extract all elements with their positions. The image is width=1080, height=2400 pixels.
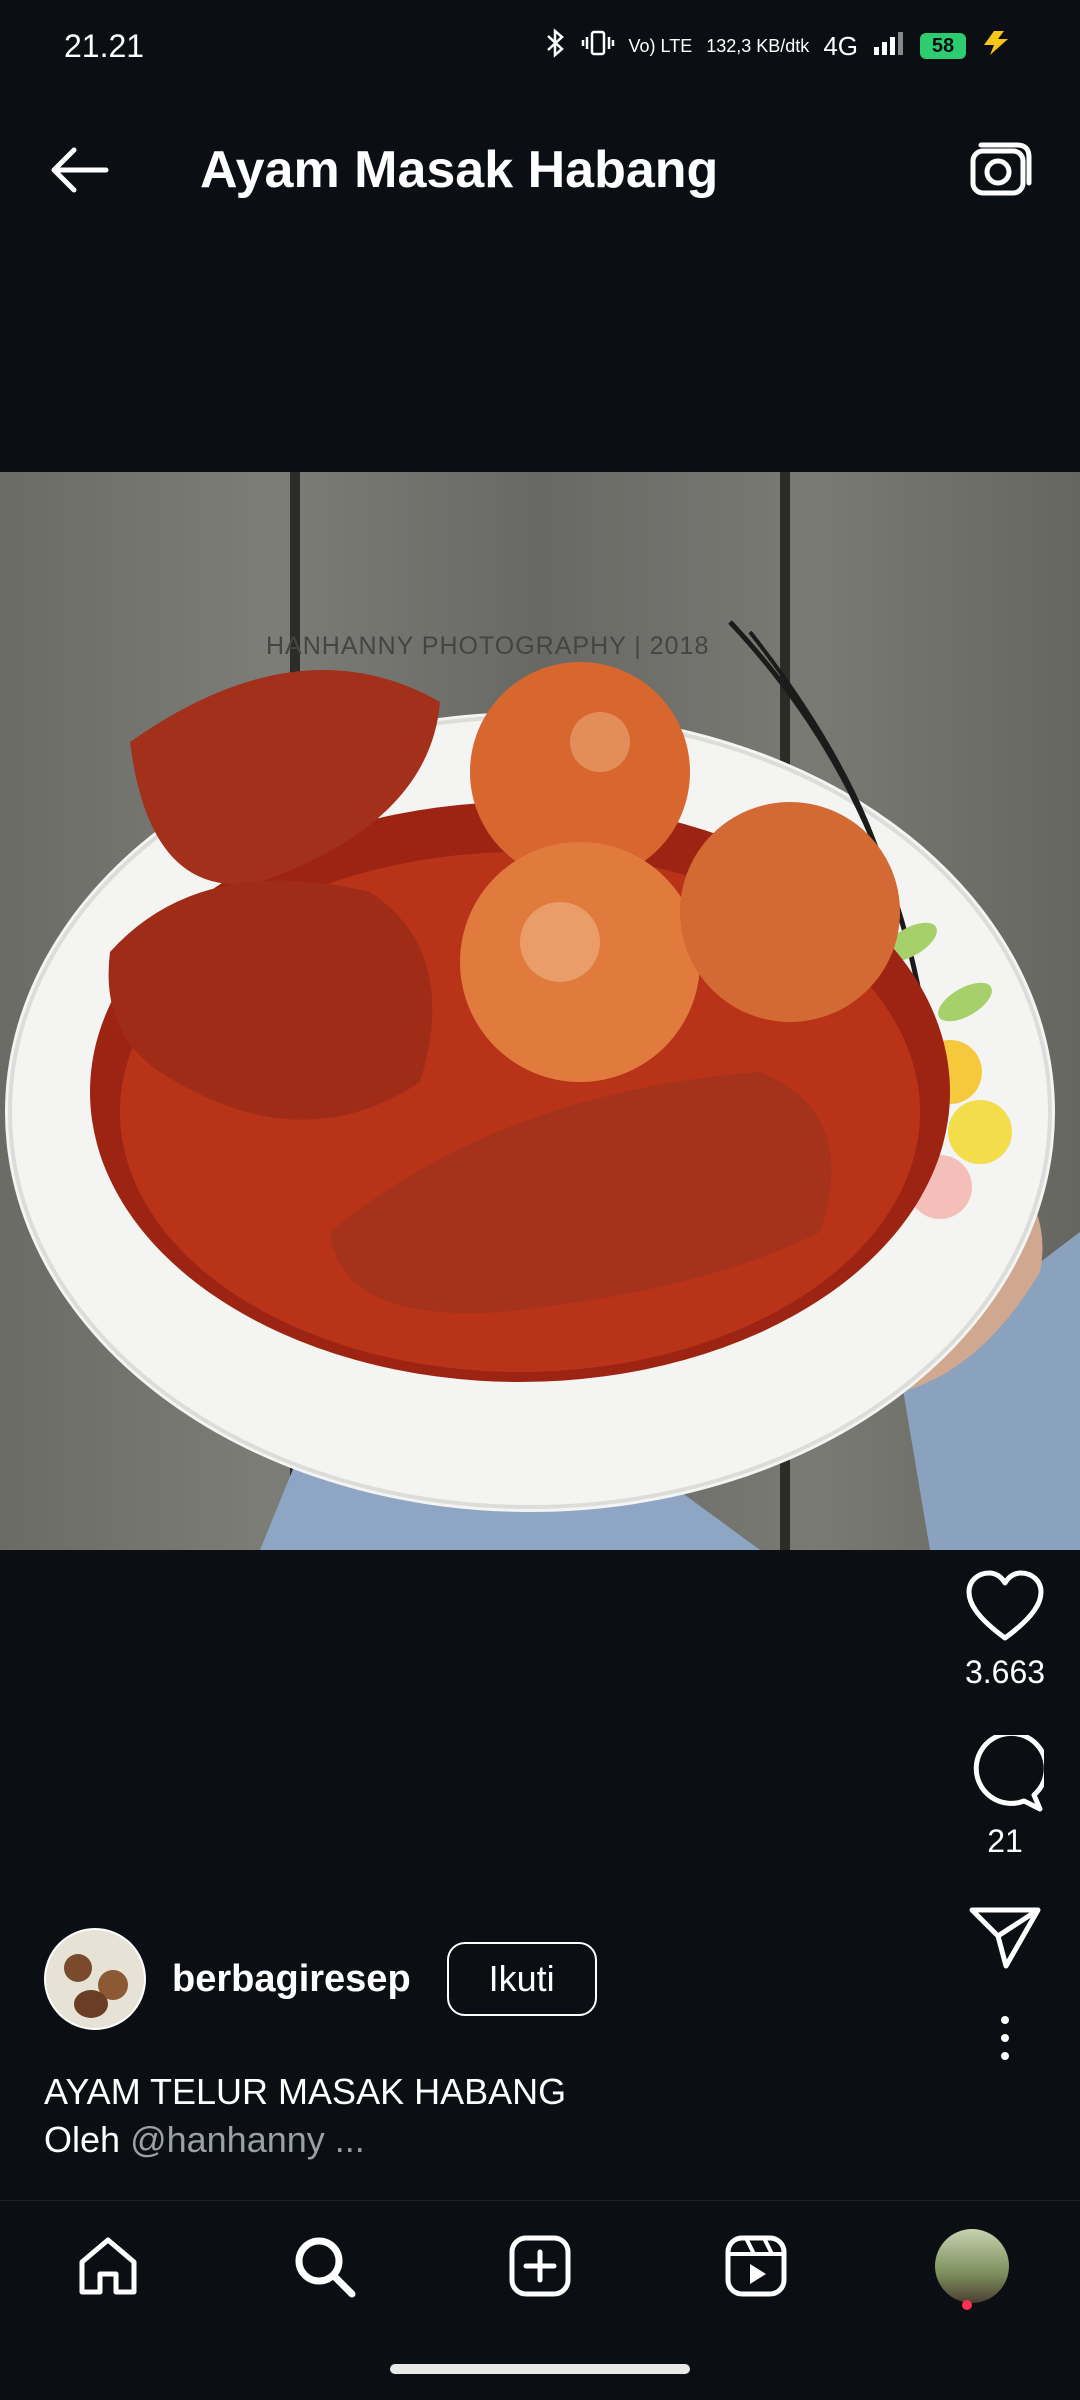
header: Ayam Masak Habang: [0, 100, 1080, 240]
profile-avatar: [935, 2229, 1009, 2303]
search-icon: [295, 2237, 356, 2298]
bottom-nav: [0, 2200, 1080, 2331]
photo-watermark: HANHANNY PHOTOGRAPHY | 2018: [266, 632, 710, 660]
more-action[interactable]: [930, 2014, 1080, 2062]
status-bar: 21.21 Vo) LTE 132,3 KB/dtk 4G 58: [0, 0, 1080, 92]
comment-count: 21: [987, 1823, 1023, 1859]
network-type: 4G: [823, 30, 858, 61]
arrow-left-icon: [51, 147, 109, 193]
author-row: berbagiresep Ikuti: [44, 1928, 597, 2030]
caption-mention[interactable]: @hanhanny ...: [130, 2119, 365, 2160]
heart-icon[interactable]: [965, 1570, 1045, 1644]
battery-indicator: 58: [920, 33, 966, 59]
add-icon: [509, 2235, 571, 2297]
signal-icon: [872, 29, 906, 64]
post-actions: 3.663 21: [930, 1570, 1080, 2082]
share-action[interactable]: [930, 1904, 1080, 1970]
caption-prefix: Oleh: [44, 2119, 121, 2160]
charging-icon: [980, 29, 1016, 64]
page-title: Ayam Masak Habang: [200, 141, 719, 199]
comment-action: 21: [930, 1735, 1080, 1860]
follow-button[interactable]: Ikuti: [446, 1942, 597, 2016]
nav-profile[interactable]: [917, 2211, 1027, 2321]
camera-button[interactable]: [960, 130, 1040, 210]
username[interactable]: berbagiresep: [172, 1958, 411, 2001]
home-icon: [79, 2237, 137, 2295]
like-action: 3.663: [930, 1570, 1080, 1691]
post-caption[interactable]: AYAM TELUR MASAK HABANG Oleh @hanhanny .…: [44, 2068, 566, 2164]
volte-label: Vo) LTE: [628, 35, 693, 56]
home-indicator[interactable]: [390, 2364, 690, 2374]
status-time: 21.21: [64, 27, 145, 64]
avatar[interactable]: [44, 1928, 146, 2030]
caption-line2: Oleh @hanhanny ...: [44, 2116, 566, 2164]
vibrate-icon: [581, 29, 615, 64]
post-image[interactable]: HANHANNY PHOTOGRAPHY | 2018: [0, 472, 1080, 1550]
bluetooth-icon: [545, 27, 567, 65]
nav-reels[interactable]: [701, 2211, 811, 2321]
reels-icon: [725, 2235, 787, 2297]
comment-icon[interactable]: [966, 1735, 1044, 1813]
send-icon[interactable]: [968, 1904, 1042, 1970]
status-icons: Vo) LTE 132,3 KB/dtk 4G 58: [545, 27, 1016, 65]
camera-icon: [970, 142, 1032, 196]
nav-home[interactable]: [53, 2211, 163, 2321]
network-speed: 132,3 KB/dtk: [706, 35, 810, 56]
nav-search[interactable]: [269, 2211, 379, 2321]
more-vertical-icon[interactable]: [995, 2014, 1015, 2062]
like-count: 3.663: [964, 1654, 1046, 1690]
nav-add[interactable]: [485, 2211, 595, 2321]
notification-dot: [962, 2300, 972, 2310]
caption-line1: AYAM TELUR MASAK HABANG: [44, 2071, 567, 2112]
back-button[interactable]: [40, 130, 120, 210]
